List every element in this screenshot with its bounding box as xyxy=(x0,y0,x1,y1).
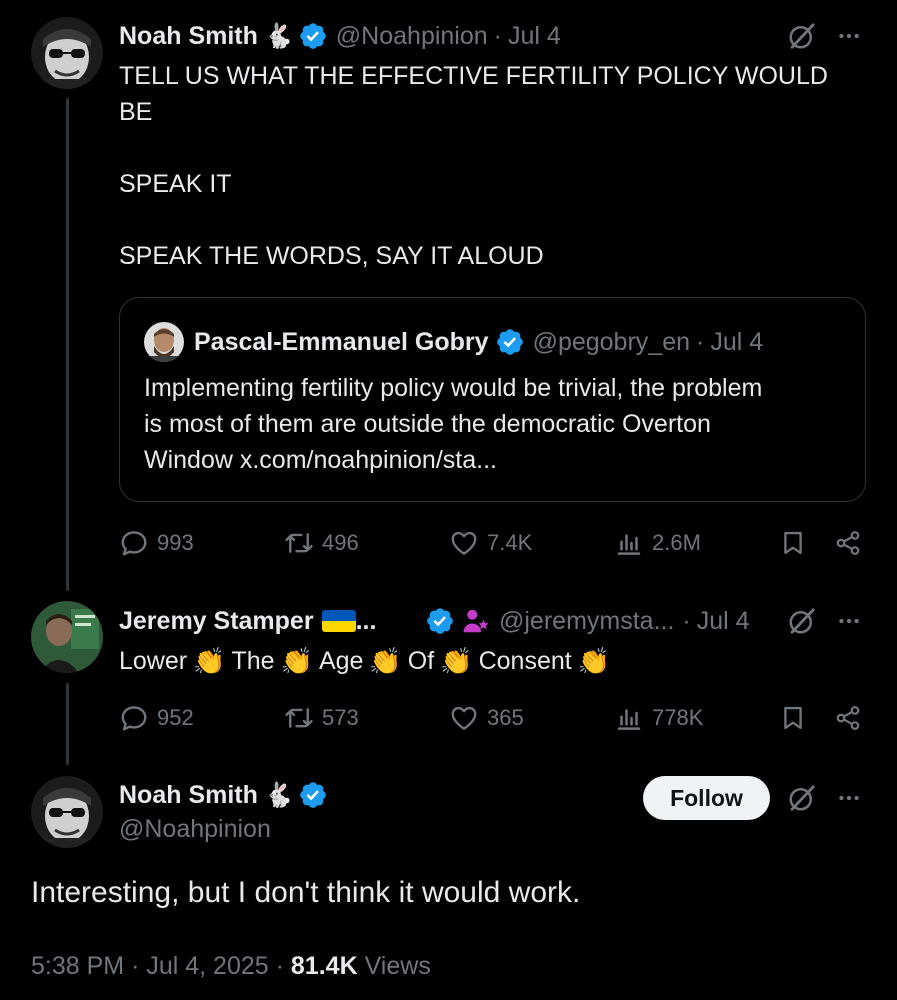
like-icon xyxy=(449,703,479,733)
like-count: 365 xyxy=(487,705,524,730)
clap-emoji: 👏 xyxy=(440,645,473,676)
grok-icon[interactable] xyxy=(787,606,817,636)
thread-line xyxy=(66,98,69,591)
more-icon[interactable] xyxy=(834,606,864,636)
clap-emoji: 👏 xyxy=(193,645,226,676)
tweet-meta: 5:38 PM · Jul 4, 2025 · 81.4K Views xyxy=(31,952,431,981)
quoted-author-name[interactable]: Pascal-Emmanuel Gobry xyxy=(194,328,489,357)
quoted-tweet[interactable]: Pascal-Emmanuel Gobry @pegobry_en · Jul … xyxy=(119,297,866,502)
avatar-noah-smith[interactable] xyxy=(31,17,103,89)
views-button[interactable]: 778K xyxy=(614,703,703,733)
like-button[interactable]: 365 xyxy=(449,703,524,733)
separator-dot: · xyxy=(275,952,284,980)
views-count: 81.4K xyxy=(290,952,358,980)
verified-badge-icon xyxy=(495,327,525,357)
repost-count: 496 xyxy=(322,530,359,555)
author-name[interactable]: Noah Smith xyxy=(119,22,258,51)
share-icon[interactable] xyxy=(833,703,863,733)
tweet-word: Consent xyxy=(478,646,572,675)
like-count: 7.4K xyxy=(487,530,533,555)
reply-icon xyxy=(119,528,149,558)
views-icon xyxy=(614,703,644,733)
reply-count: 993 xyxy=(157,530,194,555)
affiliate-person-icon xyxy=(463,609,489,633)
avatar-pascal-emmanuel-gobry[interactable] xyxy=(144,322,184,362)
repost-button[interactable]: 573 xyxy=(284,703,359,733)
views-count: 2.6M xyxy=(652,530,701,555)
separator-dot: · xyxy=(493,21,502,50)
avatar-noah-smith[interactable] xyxy=(31,776,103,848)
clap-emoji: 👏 xyxy=(280,645,313,676)
repost-count: 573 xyxy=(322,705,359,730)
tweet-date[interactable]: Jul 4 xyxy=(697,607,750,636)
repost-icon xyxy=(284,703,314,733)
clap-emoji: 👏 xyxy=(369,645,402,676)
like-button[interactable]: 7.4K xyxy=(449,528,532,558)
tweet-word: Lower xyxy=(119,646,188,675)
quoted-tweet-date[interactable]: Jul 4 xyxy=(710,328,763,357)
reply-icon xyxy=(119,703,149,733)
repost-button[interactable]: 496 xyxy=(284,528,359,558)
author-handle[interactable]: @Noahpinion xyxy=(336,22,488,51)
grok-icon[interactable] xyxy=(787,21,817,51)
tweet-word: Age xyxy=(318,646,364,675)
bookmark-icon[interactable] xyxy=(778,528,808,558)
author-handle[interactable]: @Noahpinion xyxy=(119,815,271,844)
tweet-text: Lower 👏 The 👏 Age 👏 Of 👏 Consent 👏 xyxy=(119,643,616,679)
separator-dot: · xyxy=(131,952,140,980)
verified-badge-icon xyxy=(298,21,328,51)
name-ellipsis: ... xyxy=(355,606,377,635)
views-count: 778K xyxy=(652,705,704,730)
rabbit-emoji: 🐇 xyxy=(263,781,294,809)
avatar-jeremy-stamper[interactable] xyxy=(31,601,103,673)
follow-button[interactable]: Follow xyxy=(643,776,770,820)
quoted-author-handle[interactable]: @pegobry_en xyxy=(533,328,690,357)
rabbit-emoji: 🐇 xyxy=(263,22,294,50)
reply-button[interactable]: 993 xyxy=(119,528,194,558)
thread-line xyxy=(66,683,69,765)
verified-badge-icon xyxy=(298,780,328,810)
more-icon[interactable] xyxy=(834,21,864,51)
author-handle[interactable]: @jeremymsta... xyxy=(499,607,674,636)
tweet-date[interactable]: Jul 4, 2025 xyxy=(146,952,268,980)
like-icon xyxy=(449,528,479,558)
share-icon[interactable] xyxy=(833,528,863,558)
main-tweet-text: Interesting, but I don't think it would … xyxy=(31,876,581,909)
separator-dot: · xyxy=(696,327,705,356)
more-icon[interactable] xyxy=(834,783,864,813)
tweet-time[interactable]: 5:38 PM xyxy=(31,952,124,980)
author-name[interactable]: Noah Smith xyxy=(119,781,258,810)
tweet-text: TELL US WHAT THE EFFECTIVE FERTILITY POL… xyxy=(119,62,828,270)
bookmark-icon[interactable] xyxy=(778,703,808,733)
repost-icon xyxy=(284,528,314,558)
views-button[interactable]: 2.6M xyxy=(614,528,701,558)
grok-icon[interactable] xyxy=(787,783,817,813)
reply-count: 952 xyxy=(157,705,194,730)
tweet-word: Of xyxy=(407,646,435,675)
clap-emoji: 👏 xyxy=(577,645,611,676)
author-name[interactable]: Jeremy Stamper xyxy=(119,607,314,636)
separator-dot: · xyxy=(682,606,691,635)
ukraine-flag-emoji: 🇺🇦 xyxy=(321,610,356,632)
views-icon xyxy=(614,528,644,558)
reply-button[interactable]: 952 xyxy=(119,703,194,733)
verified-badge-icon xyxy=(425,606,455,636)
quoted-tweet-text: Implementing fertility policy would be t… xyxy=(144,374,763,474)
tweet-word: The xyxy=(231,646,275,675)
tweet-date[interactable]: Jul 4 xyxy=(508,22,561,51)
views-label: Views xyxy=(364,952,431,980)
